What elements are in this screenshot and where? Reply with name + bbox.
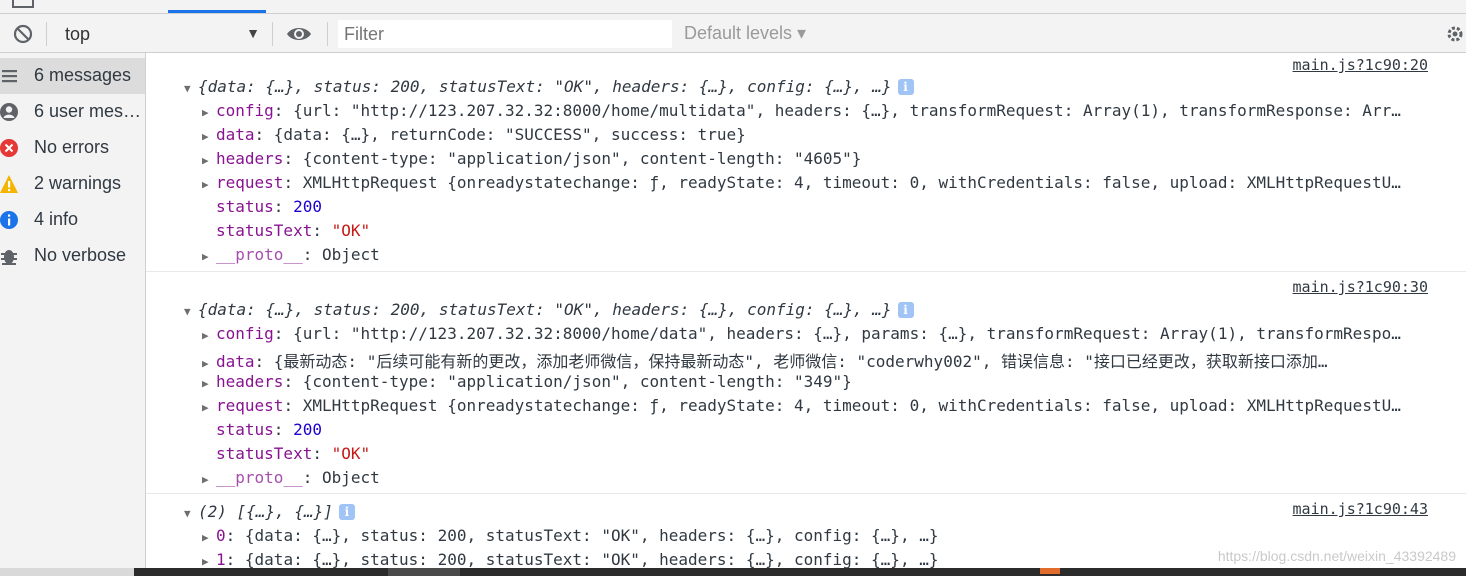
- warning-icon: [0, 175, 18, 193]
- info-badge-icon[interactable]: i: [338, 504, 355, 520]
- sidebar-item-label: 6 user mess...: [34, 101, 144, 121]
- gear-icon[interactable]: [1444, 23, 1466, 45]
- sidebar-item-info[interactable]: 4 info: [0, 202, 145, 238]
- sidebar-item-label: 2 warnings: [34, 173, 122, 193]
- sidebar-item-label: No errors: [34, 137, 110, 157]
- user-icon: [0, 103, 18, 121]
- sidebar-item-user-messages[interactable]: 6 user mess...: [0, 94, 145, 130]
- toolbar-separator: [272, 22, 273, 46]
- context-value: top: [65, 24, 91, 44]
- collapsed-triangle-icon: ▶: [202, 377, 209, 390]
- prop-status-text: statusText: "OK": [216, 221, 371, 240]
- sidebar-item-verbose[interactable]: No verbose: [0, 238, 145, 274]
- tab-strip: [0, 0, 1466, 14]
- array-summary[interactable]: ▼ (2) [{…}, {…}] i: [184, 502, 355, 521]
- prop-request[interactable]: ▶ request: XMLHttpRequest {onreadystatech…: [202, 173, 1436, 192]
- watermark: https://blog.csdn.net/weixin_43392489: [1217, 548, 1456, 564]
- context-selector[interactable]: top ▼: [50, 19, 266, 49]
- object-summary[interactable]: ▼ {data: {…}, status: 200, statusText: "O…: [184, 77, 914, 96]
- dock-icon[interactable]: [12, 0, 34, 8]
- sidebar-item-errors[interactable]: No errors: [0, 130, 145, 166]
- collapsed-triangle-icon: ▶: [202, 473, 209, 486]
- toolbar-separator: [46, 22, 47, 46]
- console-message: main.js?1c90:20 ▼ {data: {…}, status: 200…: [146, 53, 1466, 271]
- clear-console-icon[interactable]: [12, 23, 34, 45]
- collapsed-triangle-icon: ▶: [202, 178, 209, 191]
- info-icon: [0, 211, 18, 229]
- console-toolbar: top ▼ Default levels ▾: [0, 14, 1466, 53]
- prop-request[interactable]: ▶ request: XMLHttpRequest {onreadystatech…: [202, 396, 1436, 415]
- expanded-triangle-icon: ▼: [184, 305, 191, 318]
- taskbar-strip: [0, 568, 1466, 576]
- console-messages: main.js?1c90:20 ▼ {data: {…}, status: 200…: [146, 53, 1466, 576]
- source-link[interactable]: main.js?1c90:30: [1293, 278, 1428, 296]
- prop-proto[interactable]: ▶ __proto__: Object: [202, 468, 380, 487]
- source-link[interactable]: main.js?1c90:43: [1293, 500, 1428, 518]
- error-icon: [0, 139, 18, 157]
- collapsed-triangle-icon: ▶: [202, 401, 209, 414]
- array-item-0[interactable]: ▶ 0: {data: {…}, status: 200, statusText:…: [202, 526, 938, 545]
- eye-icon[interactable]: [286, 23, 312, 45]
- prop-status: status: 200: [216, 420, 322, 439]
- prop-status: status: 200: [216, 197, 322, 216]
- prop-headers[interactable]: ▶ headers: {content-type: "application/js…: [202, 372, 852, 391]
- dropdown-arrow-icon: ▼: [246, 25, 260, 41]
- collapsed-triangle-icon: ▶: [202, 357, 209, 370]
- collapsed-triangle-icon: ▶: [202, 329, 209, 342]
- filter-input[interactable]: [338, 20, 672, 48]
- sidebar-item-label: 4 info: [34, 209, 79, 229]
- collapsed-triangle-icon: ▶: [202, 106, 209, 119]
- prop-data[interactable]: ▶ data: {最新动态: "后续可能有新的更改，添加老师微信，保持最新动态",…: [202, 348, 1436, 372]
- active-tab-indicator: [168, 10, 266, 13]
- info-badge-icon[interactable]: i: [897, 302, 914, 318]
- object-summary[interactable]: ▼ {data: {…}, status: 200, statusText: "O…: [184, 300, 914, 319]
- prop-status-text: statusText: "OK": [216, 444, 371, 463]
- log-levels-dropdown[interactable]: Default levels ▾: [684, 23, 806, 44]
- list-icon: [2, 70, 17, 83]
- sidebar-item-messages[interactable]: 6 messages: [0, 58, 145, 94]
- console-message: main.js?1c90:30 ▼ {data: {…}, status: 200…: [146, 271, 1466, 494]
- console-sidebar: 6 messages 6 user mess... No errors 2 wa…: [0, 53, 146, 576]
- collapsed-triangle-icon: ▶: [202, 555, 209, 568]
- prop-headers[interactable]: ▶ headers: {content-type: "application/js…: [202, 149, 861, 168]
- prop-config[interactable]: ▶ config: {url: "http://123.207.32.32:800…: [202, 101, 1436, 120]
- toolbar-separator: [327, 22, 328, 46]
- expanded-triangle-icon: ▼: [184, 82, 191, 95]
- expanded-triangle-icon: ▼: [184, 507, 191, 520]
- source-link[interactable]: main.js?1c90:20: [1293, 56, 1428, 74]
- sidebar-item-label: 6 messages: [34, 65, 132, 85]
- prop-data[interactable]: ▶ data: {data: {…}, returnCode: "SUCCESS"…: [202, 125, 746, 144]
- array-item-1[interactable]: ▶ 1: {data: {…}, status: 200, statusText:…: [202, 550, 938, 569]
- prop-config[interactable]: ▶ config: {url: "http://123.207.32.32:800…: [202, 324, 1436, 343]
- sidebar-item-label: No verbose: [34, 245, 127, 265]
- sidebar-item-warnings[interactable]: 2 warnings: [0, 166, 145, 202]
- prop-proto[interactable]: ▶ __proto__: Object: [202, 245, 380, 264]
- collapsed-triangle-icon: ▶: [202, 250, 209, 263]
- collapsed-triangle-icon: ▶: [202, 130, 209, 143]
- info-badge-icon[interactable]: i: [897, 79, 914, 95]
- collapsed-triangle-icon: ▶: [202, 531, 209, 544]
- collapsed-triangle-icon: ▶: [202, 154, 209, 167]
- bug-icon: [1, 250, 17, 265]
